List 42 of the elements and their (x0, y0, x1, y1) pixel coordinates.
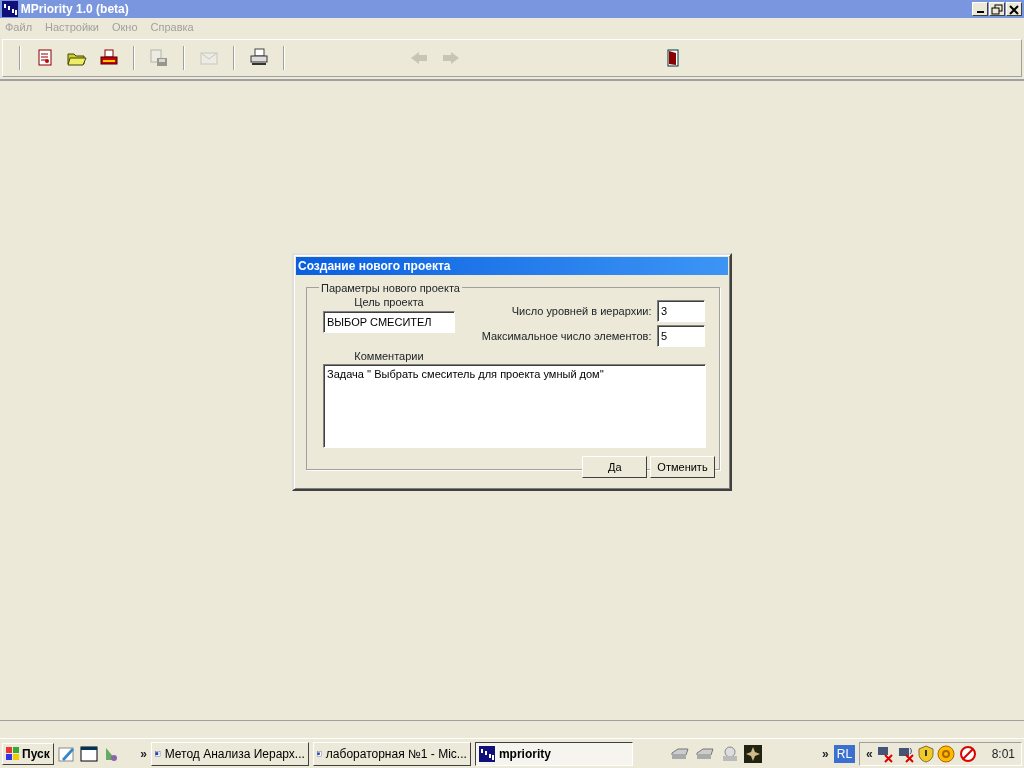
drive-icon (695, 746, 716, 761)
comments-textarea[interactable]: Задача '' Выбрать смеситель для проекта умный дом'' (323, 364, 706, 449)
field-label: Комментарии (353, 348, 425, 364)
dialog-title: Создание нового проекта (296, 257, 728, 275)
document-icon[interactable] (35, 48, 55, 68)
minimize-button[interactable] (972, 2, 988, 16)
windows-flag-icon (6, 746, 20, 761)
clock: 8:01 (991, 745, 1015, 763)
close-button[interactable] (1006, 2, 1022, 16)
close-icon (1008, 3, 1020, 15)
levels-input[interactable]: 3 (657, 300, 705, 322)
tray-toggle[interactable]: « (865, 744, 873, 763)
printer-icon[interactable] (249, 48, 269, 68)
window-icon[interactable] (79, 744, 98, 763)
network-disconnected-icon[interactable] (875, 744, 894, 763)
field-label: Число уровней в иерархии: (511, 303, 652, 319)
no-entry-icon[interactable] (957, 744, 978, 763)
pen-icon[interactable] (57, 744, 76, 763)
field-label: Максимальное число элементов: (481, 328, 652, 344)
shield-icon[interactable] (917, 744, 934, 763)
dialog-button[interactable]: Да (582, 456, 648, 479)
disc-drive-icon (720, 745, 739, 762)
field-label: Цель проекта (353, 295, 425, 310)
restore-icon (991, 3, 1003, 15)
star-icon (744, 744, 763, 763)
app-logo-icon (478, 745, 495, 762)
max-elements-input[interactable]: 5 (657, 324, 705, 347)
drive-icon (669, 746, 690, 761)
minimize-icon (976, 11, 984, 13)
taskbar-button[interactable]: лабораторная №1 - Mic... (312, 741, 471, 766)
start-button[interactable]: Пуск (2, 742, 54, 765)
restore-button[interactable] (989, 2, 1005, 16)
window-title: MPriority 1.0 (beta) (20, 1, 130, 18)
dialog-button[interactable]: Отменить (650, 456, 715, 479)
app-logo-icon (2, 1, 18, 17)
taskbar-button[interactable]: Метод Анализа Иерарх... (150, 741, 309, 766)
language-indicator[interactable]: RL (834, 744, 855, 763)
more-button[interactable]: » (140, 744, 147, 763)
taskbar-button[interactable]: mpriority (474, 741, 633, 766)
printer-icon[interactable] (99, 48, 119, 68)
more-button[interactable]: » (821, 744, 829, 763)
goal-input[interactable]: ВЫБОР СМЕСИТЕЛ (323, 310, 455, 333)
